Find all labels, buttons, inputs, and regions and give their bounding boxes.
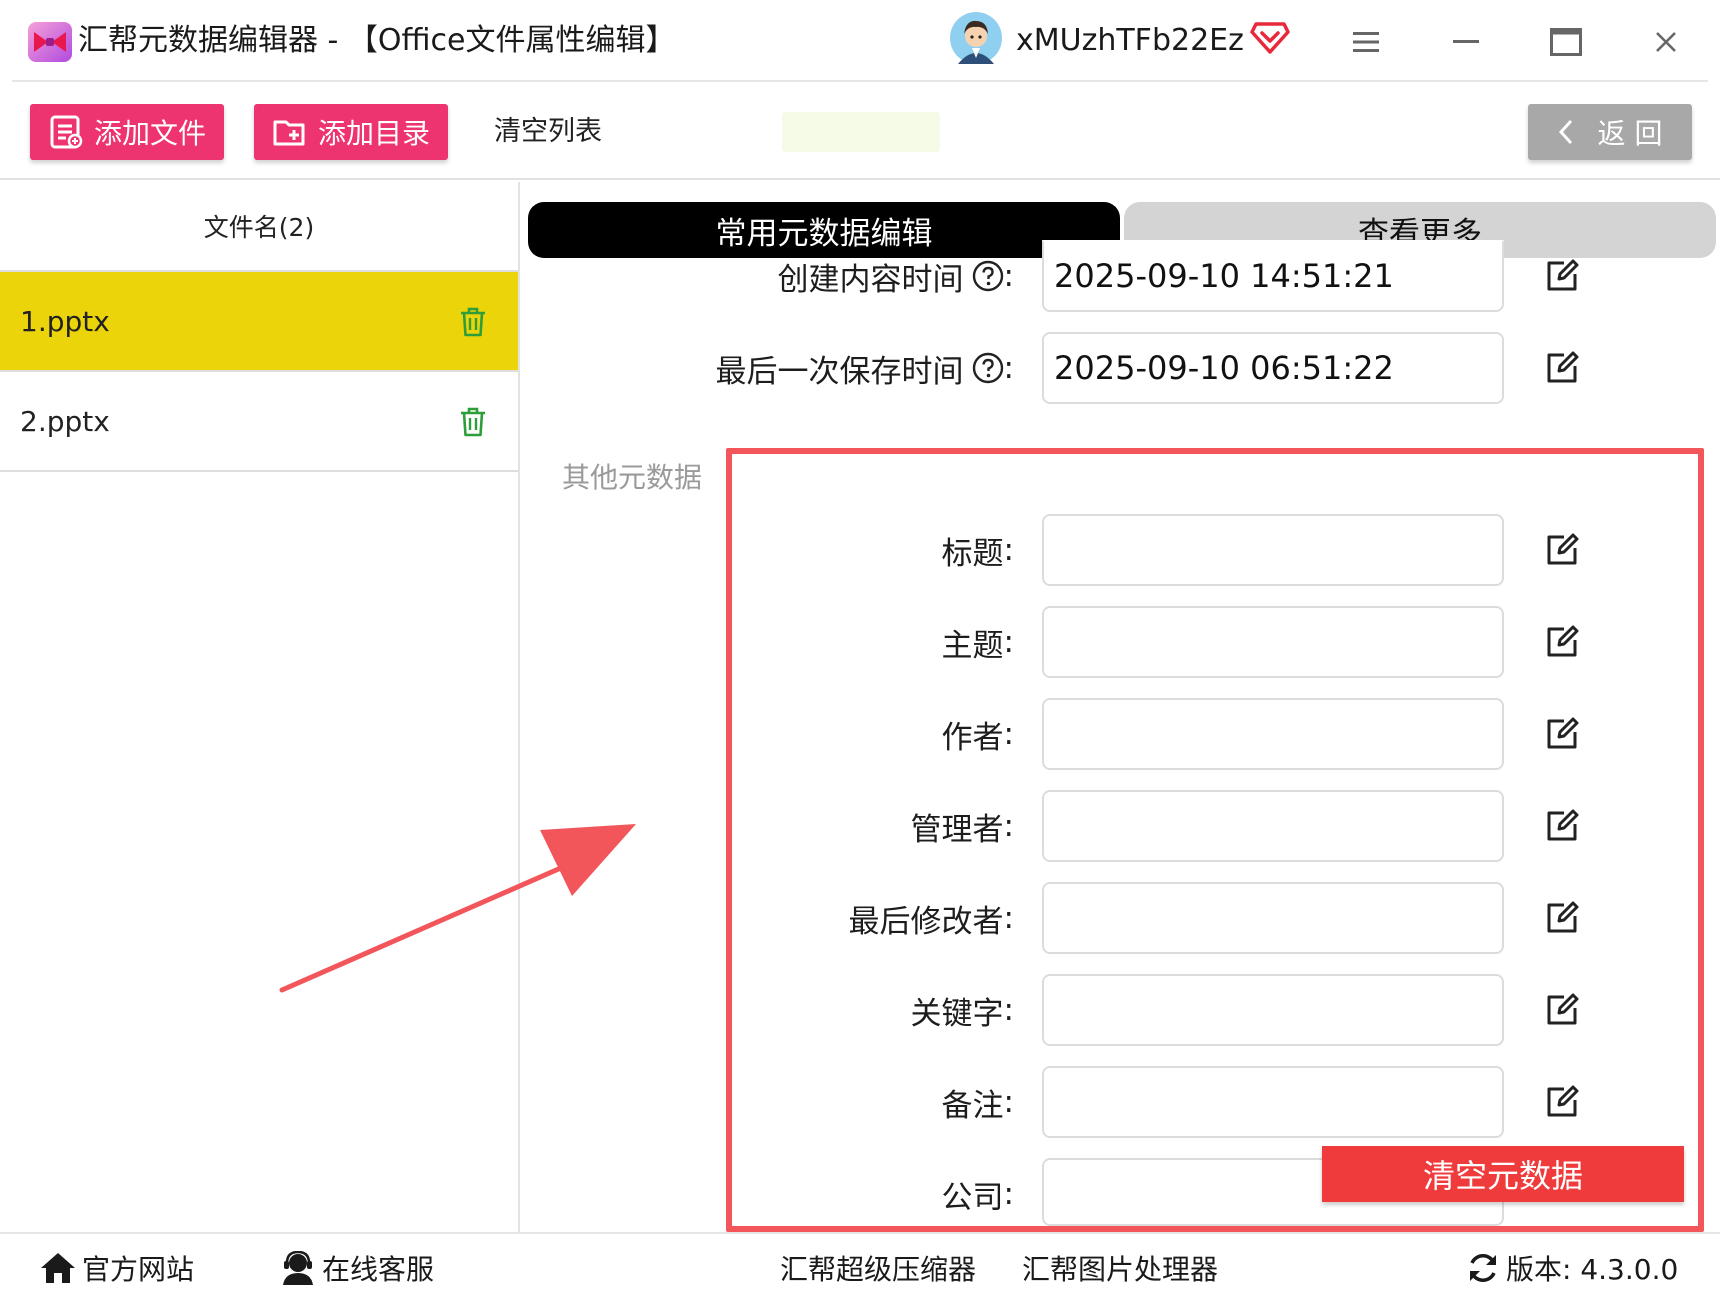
image-tool-link[interactable]: 汇帮图片处理器 <box>1022 1246 1218 1290</box>
last-modified-by-input[interactable] <box>1042 882 1504 954</box>
bowtie-logo-icon <box>28 22 72 62</box>
field-label-last-saved-time: 最后一次保存时间 : <box>716 346 1014 390</box>
trash-icon[interactable] <box>458 306 488 338</box>
add-folder-label: 添加目录 <box>318 117 431 150</box>
file-list-panel: 文件名(2) 1.pptx 2.pptx <box>0 182 520 1232</box>
home-icon <box>41 1253 75 1283</box>
close-icon[interactable] <box>1636 18 1696 66</box>
support-label: 在线客服 <box>322 1253 435 1286</box>
username[interactable]: xMUzhTFb22Ez <box>1016 18 1244 64</box>
add-file-label: 添加文件 <box>94 117 207 150</box>
file-name: 2.pptx <box>20 404 110 438</box>
support-link[interactable]: 在线客服 <box>280 1246 434 1290</box>
field-label-comments: 备注: <box>942 1080 1014 1124</box>
field-label-author: 作者: <box>942 712 1014 756</box>
field-label-subject: 主题: <box>942 620 1014 664</box>
field-label-keywords: 关键字: <box>911 988 1014 1032</box>
edit-icon[interactable] <box>1544 350 1580 386</box>
edit-icon[interactable] <box>1544 1084 1580 1120</box>
field-label-text: 公司 <box>941 1179 1004 1216</box>
field-label-text: 作者 <box>941 719 1004 756</box>
edit-icon[interactable] <box>1544 624 1580 660</box>
field-label-manager: 管理者: <box>911 804 1014 848</box>
edit-icon[interactable] <box>1544 716 1580 752</box>
title-bar: 汇帮元数据编辑器 - 【Office文件属性编辑】 xMUzhTFb22Ez <box>0 0 1720 82</box>
trash-icon[interactable] <box>458 406 488 438</box>
chevron-left-icon <box>1558 119 1572 145</box>
field-label-company: 公司: <box>942 1172 1014 1216</box>
add-folder-button[interactable]: 添加目录 <box>254 104 448 160</box>
edit-icon[interactable] <box>1544 900 1580 936</box>
help-icon[interactable] <box>972 352 1004 384</box>
file-row[interactable]: 1.pptx <box>0 272 518 372</box>
edit-icon[interactable] <box>1544 258 1580 294</box>
add-folder-icon <box>273 120 305 146</box>
field-label-text: 关键字 <box>910 995 1004 1032</box>
edit-icon[interactable] <box>1544 532 1580 568</box>
version-info[interactable]: 版本: 4.3.0.0 <box>1466 1246 1678 1290</box>
field-label-text: 最后修改者 <box>848 903 1004 940</box>
back-label: 返 回 <box>1597 117 1663 150</box>
field-label-text: 备注 <box>941 1087 1004 1124</box>
refresh-icon <box>1470 1254 1496 1282</box>
hamburger-menu-icon[interactable] <box>1336 18 1396 66</box>
field-label-text: 最后一次保存时间 <box>715 353 964 390</box>
tab-common-metadata[interactable]: 常用元数据编辑 <box>528 202 1120 258</box>
edit-icon[interactable] <box>1544 808 1580 844</box>
field-label-text: 创建内容时间 <box>777 261 964 298</box>
add-file-button[interactable]: 添加文件 <box>30 104 224 160</box>
faded-badge <box>782 112 940 152</box>
field-label-title: 标题: <box>942 528 1014 572</box>
user-avatar-icon[interactable] <box>950 12 1002 64</box>
title-input[interactable] <box>1042 514 1504 586</box>
field-label-text: 主题 <box>941 627 1004 664</box>
customer-service-icon <box>283 1251 313 1285</box>
file-list-header: 文件名(2) <box>0 182 518 272</box>
subject-input[interactable] <box>1042 606 1504 678</box>
help-icon[interactable] <box>972 260 1004 292</box>
other-metadata-title: 其他元数据 <box>562 461 703 494</box>
author-input[interactable] <box>1042 698 1504 770</box>
created-time-input[interactable] <box>1042 240 1504 312</box>
field-label-text: 标题 <box>941 535 1004 572</box>
maximize-icon[interactable] <box>1536 18 1596 66</box>
toolbar: 添加文件 添加目录 清空列表 返 回 <box>0 82 1720 180</box>
field-label-last-modified-by: 最后修改者: <box>849 896 1014 940</box>
edit-icon[interactable] <box>1544 992 1580 1028</box>
app-title: 汇帮元数据编辑器 - 【Office文件属性编辑】 <box>78 23 676 58</box>
file-name: 1.pptx <box>20 304 110 338</box>
keywords-input[interactable] <box>1042 974 1504 1046</box>
website-link[interactable]: 官方网站 <box>40 1246 194 1290</box>
back-button[interactable]: 返 回 <box>1528 104 1692 160</box>
last-saved-time-input[interactable] <box>1042 332 1504 404</box>
vip-diamond-icon[interactable] <box>1250 20 1290 56</box>
version-label: 版本: 4.3.0.0 <box>1506 1253 1679 1286</box>
field-label-text: 管理者 <box>910 811 1004 848</box>
manager-input[interactable] <box>1042 790 1504 862</box>
status-bar: 官方网站 在线客服 汇帮超级压缩器 汇帮图片处理器 版本: 4.3.0.0 <box>0 1232 1720 1300</box>
add-file-icon <box>50 115 83 149</box>
compressor-link[interactable]: 汇帮超级压缩器 <box>780 1246 976 1290</box>
clear-metadata-button[interactable]: 清空元数据 <box>1322 1146 1684 1202</box>
clear-list-button[interactable]: 清空列表 <box>494 104 602 160</box>
file-row[interactable]: 2.pptx <box>0 372 518 472</box>
website-label: 官方网站 <box>82 1253 195 1286</box>
minimize-icon[interactable] <box>1436 18 1496 66</box>
comments-input[interactable] <box>1042 1066 1504 1138</box>
field-label-created-time: 创建内容时间 : <box>778 254 1014 298</box>
